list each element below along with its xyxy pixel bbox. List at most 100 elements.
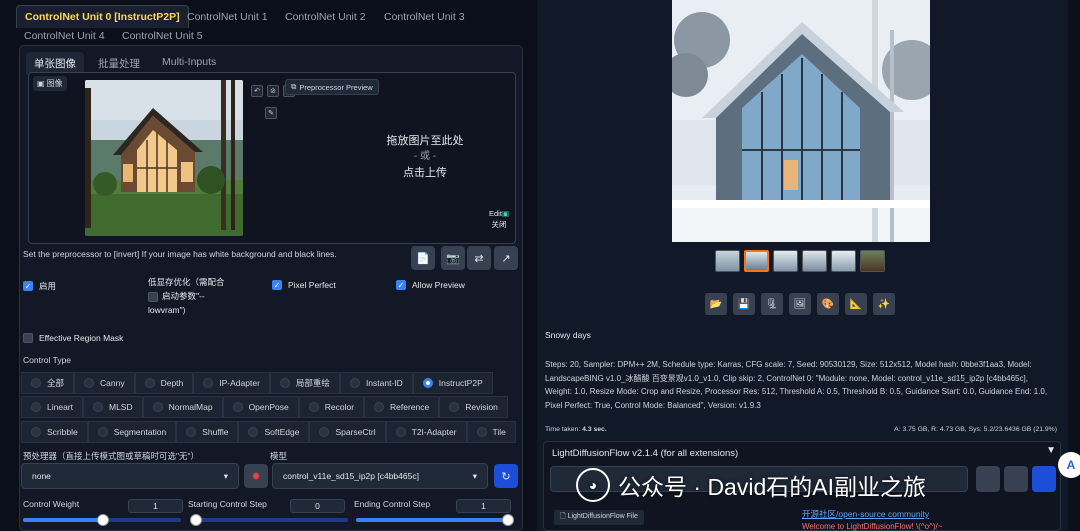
dropdown-caret-icon: ▾ — [223, 470, 228, 481]
control-type-t2i-adapter[interactable]: T2I-Adapter — [385, 421, 467, 443]
lowvram-label-line2: 启动参数"-- — [162, 291, 205, 301]
control-type-label-text: Revision — [465, 402, 498, 412]
time-taken-value: 4.3 sec. — [582, 426, 607, 433]
mirror-webcam-button[interactable]: ⇄ — [467, 246, 491, 270]
control-type-label-text: 全部 — [47, 378, 65, 388]
tab-unit-2[interactable]: ControlNet Unit 2 — [277, 6, 374, 28]
control-type-inpaint[interactable]: 局部重绘 — [269, 372, 340, 394]
preview-icon: ⧉ — [291, 82, 297, 91]
tab-unit-5[interactable]: ControlNet Unit 5 — [114, 25, 211, 47]
control-type-instructp2p[interactable]: InstructP2P — [412, 372, 493, 394]
control-type-recolor[interactable]: Recolor — [298, 396, 365, 418]
watermark: ◕ 公众号 · David石的AI副业之旅 — [576, 468, 926, 502]
control-type-normalmap[interactable]: NormalMap — [142, 396, 223, 418]
open-source-community-link[interactable]: 开源社区/open-source community — [802, 508, 929, 520]
control-type-depth[interactable]: Depth — [134, 372, 194, 394]
generated-snow-house-image[interactable] — [672, 0, 930, 242]
vram-usage: A: 3.75 GB, R: 4.73 GB, Sys: 5.2/23.6436… — [894, 426, 1057, 433]
control-type-canny[interactable]: Canny — [74, 372, 135, 394]
control-weight-input[interactable]: 1 — [128, 499, 183, 513]
preprocessor-select[interactable]: none ▾ — [21, 463, 239, 489]
preprocessor-preview-button[interactable]: ⧉ Preprocessor Preview — [285, 79, 379, 95]
ldf-save-button[interactable] — [1004, 466, 1028, 492]
undo-icon[interactable]: ↶ — [251, 85, 263, 97]
ending-step-label: Ending Control Step — [354, 499, 431, 509]
radio-icon — [186, 427, 197, 437]
thumbnail[interactable] — [860, 250, 885, 272]
image-upload-area[interactable]: ▣ 图像 ↶ ⊘ ✎ ⧉ Preprocessor Preview 拖放图片至此… — [28, 72, 516, 244]
ending-step-input[interactable]: 1 — [456, 499, 511, 513]
starting-step-slider[interactable] — [190, 514, 348, 526]
control-type-instant-id[interactable]: Instant-ID — [339, 372, 413, 394]
new-canvas-button[interactable]: 📄 — [411, 246, 435, 270]
send-to-extras-button[interactable]: 📐 — [845, 293, 867, 315]
brush-icon[interactable]: ✎ — [265, 107, 277, 119]
control-type-reference[interactable]: Reference — [364, 396, 440, 418]
drop-zone-text[interactable]: 拖放图片至此处 - 或 - 点击上传 — [335, 133, 515, 181]
save-button[interactable]: 💾 — [733, 293, 755, 315]
radio-icon — [319, 427, 330, 437]
effective-region-checkbox[interactable]: Effective Region Mask — [23, 333, 123, 343]
control-type-ip-adapter[interactable]: IP-Adapter — [193, 372, 270, 394]
floating-assistant-icon[interactable]: A — [1058, 452, 1080, 478]
starting-step-input[interactable]: 0 — [290, 499, 345, 513]
control-type-tile[interactable]: Tile — [466, 421, 516, 443]
tab-unit-4[interactable]: ControlNet Unit 4 — [16, 25, 113, 47]
ldf-load-button[interactable] — [976, 466, 1000, 492]
control-type-label-text: Scribble — [47, 427, 78, 437]
palette-icon: 🎨 — [821, 298, 835, 310]
tab-unit-3[interactable]: ControlNet Unit 3 — [376, 6, 473, 28]
lowvram-label-line3: lowvram") — [148, 305, 186, 315]
thumbnail[interactable] — [802, 250, 827, 272]
tab-multi-inputs[interactable]: Multi-Inputs — [154, 52, 224, 72]
slider-knob[interactable] — [97, 514, 109, 526]
upscale-button[interactable]: ✨ — [873, 293, 895, 315]
model-select[interactable]: control_v11e_sd15_ip2p [c4bb465c] ▾ — [272, 463, 488, 489]
thumbnail[interactable] — [773, 250, 798, 272]
ending-step-slider[interactable] — [356, 514, 514, 526]
control-type-segmentation[interactable]: Segmentation — [87, 421, 177, 443]
slider-knob[interactable] — [502, 514, 514, 526]
thumbnail[interactable] — [831, 250, 856, 272]
control-type-softedge[interactable]: SoftEdge — [238, 421, 310, 443]
control-type-scribble[interactable]: Scribble — [21, 421, 88, 443]
control-type-revision[interactable]: Revision — [439, 396, 508, 418]
control-type-openpose[interactable]: OpenPose — [222, 396, 299, 418]
control-type-sparsectrl[interactable]: SparseCtrl — [309, 421, 386, 443]
enable-checkbox[interactable]: ✓ 启用 — [23, 280, 56, 292]
radio-selected-icon — [422, 378, 433, 388]
webcam-button[interactable]: 📷 — [441, 246, 465, 270]
control-weight-slider[interactable] — [23, 514, 181, 526]
edit-close-buttons[interactable]: Edit▣ 关闭 — [489, 208, 509, 230]
ldf-file-button[interactable]: 🗋 LightDiffusionFlow File — [554, 510, 644, 525]
open-folder-button[interactable]: 📂 — [705, 293, 727, 315]
slider-knob[interactable] — [190, 514, 202, 526]
edit-icon: ▣ — [501, 209, 510, 218]
control-type-label-text: Recolor — [324, 402, 355, 412]
thumbnail[interactable] — [715, 250, 740, 272]
thumbnail-strip — [715, 250, 885, 272]
run-preprocessor-button[interactable]: ✸ — [244, 464, 268, 488]
radio-icon — [248, 427, 259, 437]
timing-info: Time taken: 4.3 sec. A: 3.75 GB, R: 4.73… — [545, 426, 1057, 433]
clear-icon[interactable]: ⊘ — [267, 85, 279, 97]
send-to-img2img-button[interactable]: 🖼 — [789, 293, 811, 315]
control-type-label: Control Type — [23, 355, 72, 365]
send-to-inpaint-button[interactable]: 🎨 — [817, 293, 839, 315]
collapse-arrow-icon[interactable]: ▼ — [1046, 445, 1056, 456]
thumbnail-selected[interactable] — [744, 250, 769, 272]
pixel-perfect-checkbox[interactable]: ✓ Pixel Perfect — [272, 280, 336, 290]
control-type-lineart[interactable]: Lineart — [21, 396, 83, 418]
refresh-models-button[interactable]: ↻ — [494, 464, 518, 488]
control-type-shuffle[interactable]: Shuffle — [176, 421, 239, 443]
control-type-mlsd[interactable]: MLSD — [83, 396, 143, 418]
send-dimensions-button[interactable]: ↗ — [494, 246, 518, 270]
generation-parameters: Steps: 20, Sampler: DPM++ 2M, Schedule t… — [545, 360, 1048, 410]
pixel-perfect-label: Pixel Perfect — [288, 280, 336, 290]
allow-preview-checkbox[interactable]: ✓ Allow Preview — [396, 280, 465, 290]
control-type-all[interactable]: 全部 — [21, 372, 75, 394]
image-label: ▣ 图像 — [33, 76, 67, 91]
zip-button[interactable]: 🗜 — [761, 293, 783, 315]
radio-icon — [476, 427, 487, 437]
ldf-refresh-button[interactable] — [1032, 466, 1056, 492]
